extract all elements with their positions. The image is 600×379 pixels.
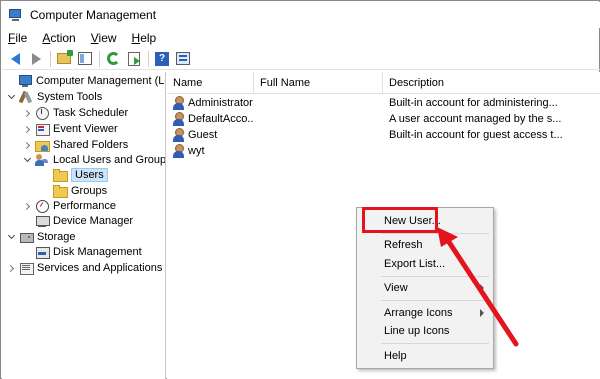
user-description: A user account managed by the s... xyxy=(389,113,562,125)
forward-icon[interactable] xyxy=(27,50,45,68)
tree-item-disk-management[interactable]: Disk Management xyxy=(22,244,142,260)
toolbar: ? xyxy=(2,48,600,70)
chevron-right-icon[interactable] xyxy=(22,108,32,118)
user-full-name xyxy=(260,111,380,127)
chevron-right-icon[interactable] xyxy=(22,124,32,134)
table-row[interactable]: Administrator Built-in account for admin… xyxy=(167,95,600,111)
tree-item-groups[interactable]: Groups xyxy=(40,183,107,199)
navigation-tree: Computer Management (Local System Tools … xyxy=(2,72,166,379)
menu-action[interactable]: Action xyxy=(42,31,75,45)
tree-item-storage[interactable]: Storage xyxy=(6,229,76,245)
chevron-down-icon[interactable] xyxy=(6,92,16,102)
list-header: Name Full Name Description xyxy=(167,72,600,94)
help-icon[interactable]: ? xyxy=(153,50,171,68)
menu-separator xyxy=(381,343,489,344)
tools-icon xyxy=(19,90,33,104)
menu-item-line-up-icons[interactable]: Line up Icons xyxy=(358,322,492,340)
export-list-icon[interactable] xyxy=(125,50,143,68)
menu-view[interactable]: View xyxy=(91,31,117,45)
title-bar: Computer Management xyxy=(2,2,600,28)
table-row[interactable]: Guest Built-in account for guest access … xyxy=(167,127,600,143)
menu-separator xyxy=(381,300,489,301)
services-icon xyxy=(19,261,34,275)
user-name: DefaultAcco... xyxy=(188,113,254,125)
show-hide-tree-icon[interactable] xyxy=(76,50,94,68)
device-manager-icon xyxy=(35,214,50,228)
chevron-down-icon[interactable] xyxy=(6,232,16,242)
tree-item-local-users-and-groups[interactable]: Local Users and Groups xyxy=(22,152,165,168)
tree-item-performance[interactable]: Performance xyxy=(22,198,116,214)
properties-icon[interactable] xyxy=(174,50,192,68)
tree-item-device-manager[interactable]: Device Manager xyxy=(22,213,133,229)
menu-separator xyxy=(381,233,489,234)
menu-item-refresh[interactable]: Refresh xyxy=(358,236,492,254)
folder-icon xyxy=(53,168,68,182)
submenu-arrow-icon xyxy=(480,284,484,292)
disk-icon xyxy=(35,245,50,259)
user-name: wyt xyxy=(188,145,205,157)
user-icon xyxy=(172,128,186,142)
tree-item-computer-management[interactable]: Computer Management (Local xyxy=(5,73,165,89)
user-full-name xyxy=(260,143,380,159)
table-row[interactable]: DefaultAcco... A user account managed by… xyxy=(167,111,600,127)
window-title: Computer Management xyxy=(30,8,157,22)
user-description: Built-in account for administering... xyxy=(389,97,558,109)
user-icon xyxy=(172,96,186,110)
menu-item-help[interactable]: Help xyxy=(358,347,492,365)
menu-file[interactable]: File xyxy=(8,31,27,45)
chevron-right-icon[interactable] xyxy=(22,201,32,211)
toolbar-separator xyxy=(99,50,100,67)
tree-item-system-tools[interactable]: System Tools xyxy=(6,89,102,105)
column-header-description[interactable]: Description xyxy=(383,72,600,94)
clock-icon xyxy=(35,106,49,120)
chevron-right-icon[interactable] xyxy=(22,140,32,150)
menu-separator xyxy=(381,276,489,277)
toolbar-separator xyxy=(50,50,51,67)
column-header-full-name[interactable]: Full Name xyxy=(254,72,383,94)
computer-management-icon xyxy=(8,7,24,23)
table-row[interactable]: wyt xyxy=(167,143,600,159)
computer-management-window: Computer Management File Action View Hel… xyxy=(0,0,600,379)
menu-item-export-list[interactable]: Export List... xyxy=(358,255,492,273)
menu-item-arrange-icons[interactable]: Arrange Icons xyxy=(358,304,492,322)
shared-folder-icon xyxy=(35,138,50,152)
event-viewer-icon xyxy=(35,122,50,136)
up-folder-icon[interactable] xyxy=(55,50,73,68)
menu-item-view[interactable]: View xyxy=(358,279,492,297)
folder-icon xyxy=(53,184,68,198)
storage-icon xyxy=(19,230,34,244)
menu-bar: File Action View Help xyxy=(2,28,600,47)
highlight-box xyxy=(362,207,438,233)
user-name: Guest xyxy=(188,129,218,141)
chevron-down-icon[interactable] xyxy=(22,155,32,165)
submenu-arrow-icon xyxy=(480,309,484,317)
chevron-right-icon[interactable] xyxy=(6,263,16,273)
computer-icon xyxy=(18,74,32,88)
user-icon xyxy=(172,112,186,126)
back-icon[interactable] xyxy=(6,50,24,68)
tree-item-event-viewer[interactable]: Event Viewer xyxy=(22,121,118,137)
user-name: Administrator xyxy=(188,97,253,109)
user-icon xyxy=(172,144,186,158)
tree-item-task-scheduler[interactable]: Task Scheduler xyxy=(22,105,128,121)
toolbar-separator xyxy=(148,50,149,67)
menu-help[interactable]: Help xyxy=(132,31,157,45)
column-header-name[interactable]: Name xyxy=(167,72,254,94)
user-description: Built-in account for guest access t... xyxy=(389,129,563,141)
performance-icon xyxy=(35,199,49,213)
user-full-name xyxy=(260,127,380,143)
users-icon xyxy=(35,153,49,167)
user-full-name xyxy=(260,95,380,111)
tree-item-users[interactable]: Users xyxy=(40,167,108,183)
refresh-icon[interactable] xyxy=(104,50,122,68)
tree-item-shared-folders[interactable]: Shared Folders xyxy=(22,137,128,153)
tree-item-services-and-applications[interactable]: Services and Applications xyxy=(6,260,162,276)
user-description xyxy=(389,143,597,159)
